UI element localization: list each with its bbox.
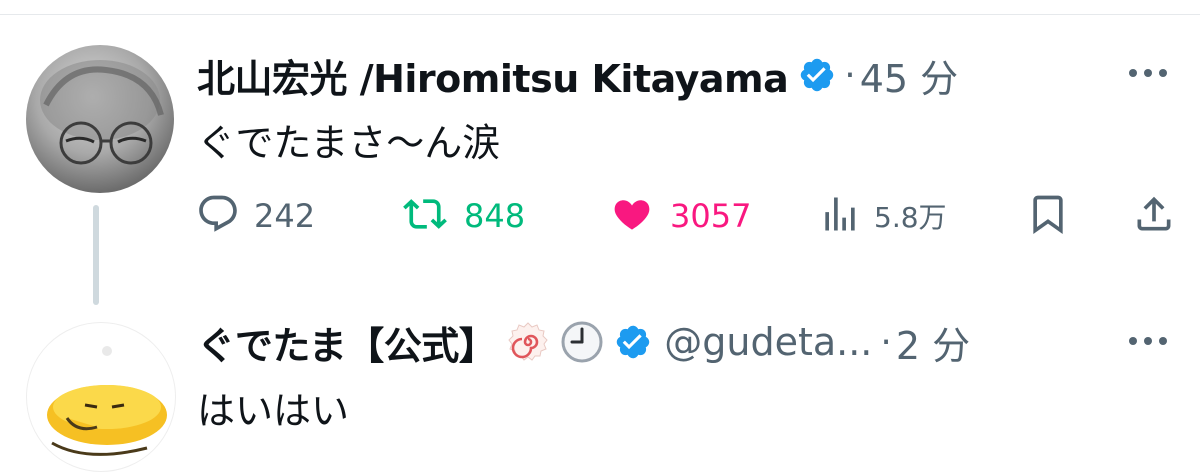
reply-author-handle[interactable]: @gudeta...: [664, 320, 872, 364]
tweet-header: 北山宏光 /Hiromitsu Kitayama · 45 分: [197, 48, 958, 102]
tweet-text: ぐでたまさ〜ん涙: [197, 121, 501, 165]
reply-count: 242: [254, 197, 316, 235]
separator-dot: ·: [880, 321, 892, 363]
like-button[interactable]: 3057: [608, 188, 751, 244]
reply-text: はいはい: [197, 389, 350, 433]
reply-icon: [196, 192, 240, 240]
bookmark-button[interactable]: [1026, 188, 1070, 244]
bookmark-icon: [1026, 192, 1070, 240]
top-divider: [0, 0, 1200, 15]
nine-oclock-icon: [560, 320, 604, 364]
reply-header: ぐでたま【公式】 @gudeta... · 2 分: [197, 314, 970, 370]
reply-author-name[interactable]: ぐでたま【公式】: [197, 315, 497, 370]
author-name[interactable]: 北山宏光 /Hiromitsu Kitayama: [197, 48, 789, 103]
author-avatar[interactable]: [26, 45, 174, 193]
share-icon: [1132, 192, 1176, 240]
separator-dot: ·: [844, 54, 856, 96]
verified-badge-icon[interactable]: [798, 56, 836, 94]
reply-button[interactable]: 242: [196, 188, 315, 244]
views-icon: [818, 192, 862, 240]
reply-timestamp[interactable]: 2 分: [896, 315, 970, 370]
retweet-button[interactable]: 848: [400, 188, 525, 244]
tweet-actions-bar: 242 848 3057 5.8万: [190, 188, 1180, 244]
views-button[interactable]: 5.8万: [818, 188, 947, 244]
timestamp[interactable]: 45 分: [860, 48, 958, 103]
reply-author-avatar[interactable]: [26, 322, 176, 472]
like-count: 3057: [670, 197, 752, 235]
thread-connector-line: [93, 205, 99, 305]
more-icon[interactable]: [1123, 326, 1173, 356]
retweet-count: 848: [464, 197, 526, 235]
views-count: 5.8万: [874, 201, 947, 234]
more-icon[interactable]: [1123, 58, 1173, 88]
heart-icon: [608, 192, 656, 240]
verified-badge-icon[interactable]: [614, 323, 652, 361]
retweet-icon: [400, 192, 450, 240]
naruto-fishcake-icon: [506, 320, 550, 364]
share-button[interactable]: [1132, 188, 1176, 244]
